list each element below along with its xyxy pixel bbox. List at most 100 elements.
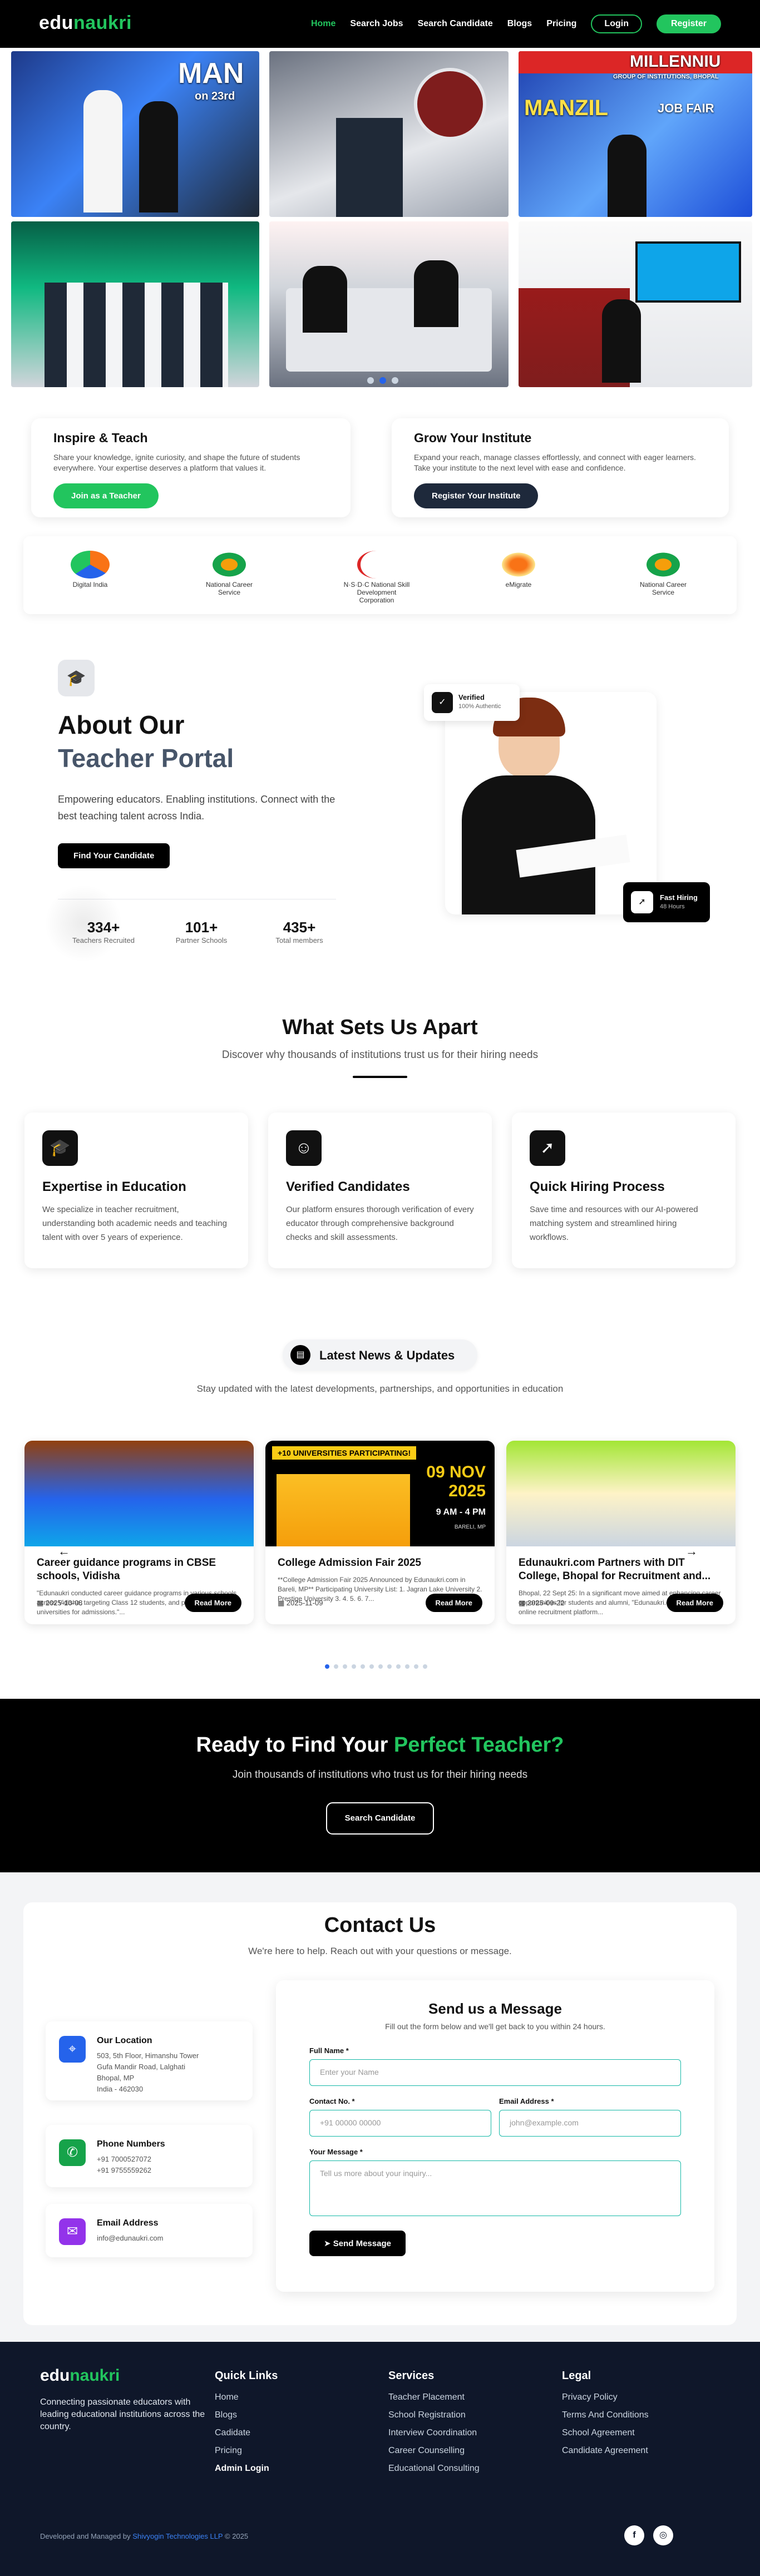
nav-pricing[interactable]: Pricing [546,19,576,29]
news-dot[interactable] [334,1664,338,1669]
news-dot[interactable] [414,1664,418,1669]
footer-col-title: Services [388,2370,435,2382]
register-button[interactable]: Register [656,14,721,33]
partner-logo-ncs-2: National Career Service [630,551,697,599]
news-dot[interactable] [423,1664,427,1669]
search-candidate-button[interactable]: Search Candidate [326,1802,434,1835]
top-navbar: edunaukri Home Search Jobs Search Candid… [0,0,760,48]
developer-link[interactable]: Shivyogin Technologies LLP [132,2532,223,2540]
news-dot[interactable] [369,1664,374,1669]
news-dot[interactable] [352,1664,356,1669]
carousel-prev-arrow-icon[interactable]: ← [58,1544,70,1559]
news-dot[interactable] [361,1664,365,1669]
brand-part1: edu [40,2366,70,2385]
footer-logo[interactable]: edunaukri [40,2366,120,2385]
facebook-icon[interactable]: f [624,2525,644,2545]
calendar-icon: ▦ [278,1598,287,1607]
footer-quick-links: Quick Links Home Blogs Cadidate Pricing … [215,2370,278,2481]
gallery-photo-3[interactable]: MILLENNIU GROUP OF INSTITUTIONS, BHOPAL … [519,51,752,217]
email-input[interactable]: john@example.com [499,2110,681,2137]
gallery-pagination [367,377,398,384]
nav-search-candidate[interactable]: Search Candidate [418,19,493,29]
about-title: About Our [58,710,185,739]
gallery-dot[interactable] [392,377,398,384]
gallery-photo-4[interactable] [11,221,259,387]
features-title: What Sets Us Apart [282,1016,478,1039]
message-textarea[interactable]: Tell us more about your inquiry... [309,2160,681,2216]
location-line: Gufa Mandir Road, Lalghati [97,2063,185,2071]
location-title: Our Location [97,2036,152,2045]
register-institute-button[interactable]: Register Your Institute [414,483,539,508]
instagram-icon[interactable]: ◎ [653,2525,673,2545]
news-dot-active[interactable] [325,1664,329,1669]
cta-title: Ready to Find Your Perfect Teacher? [0,1733,760,1757]
features-subtitle: Discover why thousands of institutions t… [221,1049,539,1061]
send-message-button[interactable]: ➤ Send Message [309,2231,406,2256]
footer-link[interactable]: Interview Coordination [388,2428,480,2438]
footer-link[interactable]: Career Counselling [388,2446,480,2456]
phone-line[interactable]: +91 7000527072 [97,2154,238,2165]
footer-link[interactable]: Admin Login [215,2464,278,2474]
feature-title: Verified Candidates [286,1179,410,1194]
location-line: 503, 5th Floor, Himanshu Tower [97,2051,199,2060]
news-dot[interactable] [405,1664,409,1669]
send-label: Send Message [333,2239,391,2248]
footer-link[interactable]: School Registration [388,2410,480,2420]
footer-link[interactable]: Pricing [215,2446,278,2456]
footer-link[interactable]: Home [215,2392,278,2402]
footer-link[interactable]: Terms And Conditions [562,2410,649,2420]
gallery-photo-1[interactable]: MAN on 23rd [11,51,259,217]
footer-link[interactable]: Cadidate [215,2428,278,2438]
email-label: Email Address * [499,2097,554,2105]
nav-blogs[interactable]: Blogs [507,19,532,29]
send-icon: ➤ [324,2239,333,2248]
footer-link[interactable]: Blogs [215,2410,278,2420]
find-candidate-button[interactable]: Find Your Candidate [58,843,170,868]
footer-link[interactable]: Privacy Policy [562,2392,649,2402]
news-dot[interactable] [343,1664,347,1669]
read-more-button[interactable]: Read More [184,1594,241,1612]
footer-link[interactable]: Educational Consulting [388,2464,480,2474]
footer-link[interactable]: Teacher Placement [388,2392,480,2402]
gallery-dot-active[interactable] [379,377,386,384]
stat-number: 435+ [283,919,316,936]
footer-link[interactable]: Candidate Agreement [562,2446,649,2456]
gallery-dot[interactable] [367,377,374,384]
nav-search-jobs[interactable]: Search Jobs [350,19,403,29]
news-dot[interactable] [387,1664,392,1669]
cta-text: Join thousands of institutions who trust… [232,1769,528,1781]
contact-number-input[interactable]: +91 00000 00000 [309,2110,491,2137]
group-shape [45,283,228,387]
person-shape [303,266,347,333]
news-dot[interactable] [396,1664,401,1669]
login-button[interactable]: Login [591,14,642,33]
news-card-2[interactable]: +10 UNIVERSITIES PARTICIPATING! 09 NOV 2… [265,1441,495,1624]
partner-logo-ncs: National Career Service [196,551,263,599]
news-card-3[interactable]: Edunaukri.com Partners with DIT College,… [506,1441,736,1624]
brand-part1: edu [39,12,73,33]
join-teacher-button[interactable]: Join as a Teacher [53,483,159,508]
news-banner: +10 UNIVERSITIES PARTICIPATING! [272,1446,417,1460]
email-line[interactable]: info@edunaukri.com [97,2233,238,2244]
news-dot[interactable] [378,1664,383,1669]
projector-screen-shape [635,241,741,303]
graduation-cap-icon: 🎓 [58,660,95,696]
news-card-title: Edunaukri.com Partners with DIT College,… [519,1557,711,1582]
gallery-photo-6[interactable] [519,221,752,387]
cta-title-part1: Ready to Find Your [196,1733,394,1757]
gallery-photo-5[interactable] [269,221,509,387]
carousel-next-arrow-icon[interactable]: → [685,1544,698,1559]
news-card-1[interactable]: Career guidance programs in CBSE schools… [24,1441,254,1624]
news-date: ▦ 2025-11-09 [278,1599,323,1608]
footer-link[interactable]: School Agreement [562,2428,649,2438]
nav-home[interactable]: Home [311,19,335,29]
location-line: Bhopal, MP [97,2074,135,2082]
fast-hiring-badge: ➚ Fast Hiring 48 Hours [623,882,710,922]
full-name-input[interactable]: Enter your Name [309,2059,681,2086]
read-more-button[interactable]: Read More [425,1594,482,1612]
phone-line[interactable]: +91 9755559262 [97,2165,238,2176]
read-more-button[interactable]: Read More [666,1594,723,1612]
gallery-photo-2[interactable] [269,51,509,217]
brand-logo[interactable]: edunaukri [39,12,132,34]
person-shape [414,260,458,327]
